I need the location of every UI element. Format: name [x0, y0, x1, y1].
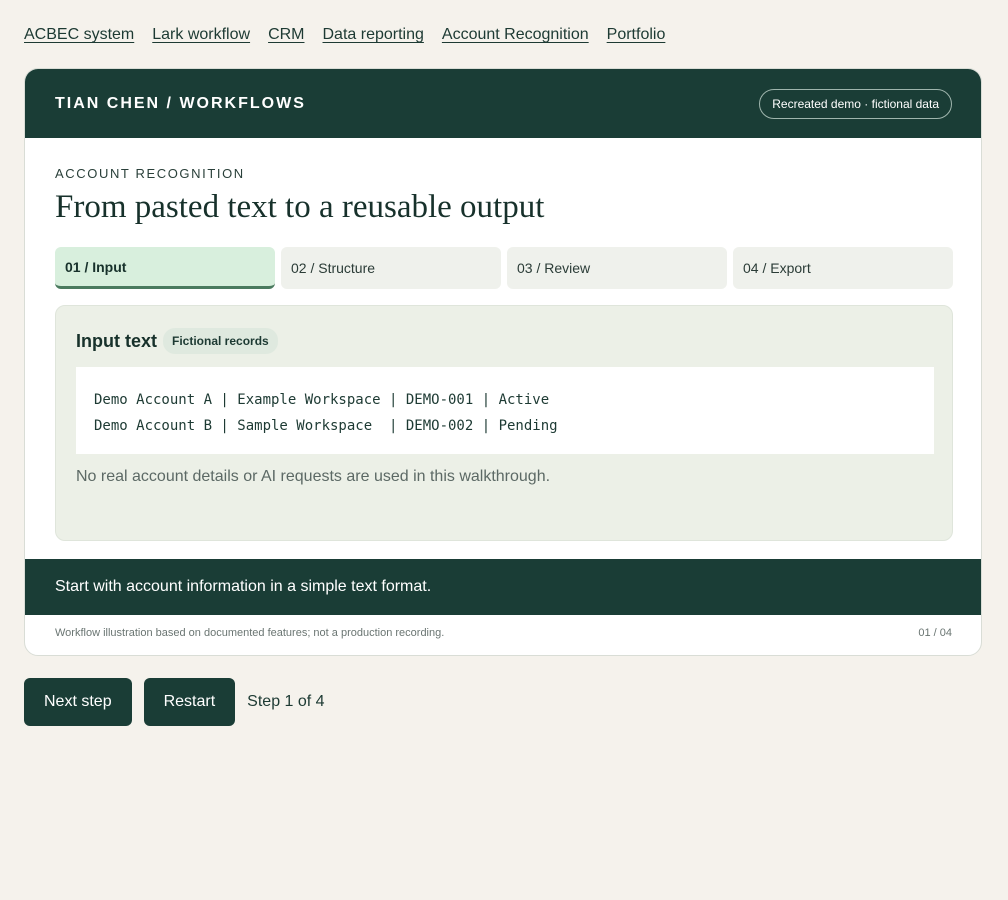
input-line: Demo Account B | Sample Workspace | DEMO…	[94, 418, 558, 434]
section-eyebrow: ACCOUNT RECOGNITION	[55, 166, 245, 181]
top-navigation: ACBEC system Lark workflow CRM Data repo…	[24, 26, 665, 44]
restart-button[interactable]: Restart	[143, 678, 236, 726]
walkthrough-controls: Next step Restart Step 1 of 4	[24, 678, 325, 726]
panel-title: Input text	[76, 330, 157, 351]
nav-link-acbec-system[interactable]: ACBEC system	[24, 26, 134, 44]
nav-link-portfolio[interactable]: Portfolio	[607, 26, 666, 44]
panel-header: Input text Fictional records	[76, 328, 278, 354]
nav-link-account-recognition[interactable]: Account Recognition	[442, 26, 589, 44]
tab-input[interactable]: 01 / Input	[55, 247, 275, 289]
input-text-box[interactable]: Demo Account A | Example Workspace | DEM…	[76, 367, 934, 454]
nav-link-lark-workflow[interactable]: Lark workflow	[152, 26, 250, 44]
step-status: Step 1 of 4	[247, 693, 325, 710]
tab-structure[interactable]: 02 / Structure	[281, 247, 501, 289]
footer-disclaimer: Workflow illustration based on documente…	[55, 627, 445, 639]
card-header: TIAN CHEN / WORKFLOWS Recreated demo · f…	[25, 69, 981, 138]
tab-review[interactable]: 03 / Review	[507, 247, 727, 289]
page-title: From pasted text to a reusable output	[55, 189, 545, 225]
input-line: Demo Account A | Example Workspace | DEM…	[94, 392, 550, 408]
demo-badge: Recreated demo · fictional data	[759, 88, 952, 119]
step-caption: Start with account information in a simp…	[25, 559, 981, 615]
step-tabs: 01 / Input 02 / Structure 03 / Review 04…	[55, 247, 953, 289]
next-step-button[interactable]: Next step	[24, 678, 132, 726]
workflow-card: TIAN CHEN / WORKFLOWS Recreated demo · f…	[24, 68, 982, 656]
brand-title: TIAN CHEN / WORKFLOWS	[55, 94, 306, 112]
input-panel: Input text Fictional records Demo Accoun…	[55, 305, 953, 541]
footer-page-counter: 01 / 04	[918, 627, 952, 639]
nav-link-crm[interactable]: CRM	[268, 26, 304, 44]
fictional-records-badge: Fictional records	[163, 328, 278, 354]
privacy-note: No real account details or AI requests a…	[76, 468, 551, 485]
tab-export[interactable]: 04 / Export	[733, 247, 953, 289]
nav-link-data-reporting[interactable]: Data reporting	[323, 26, 424, 44]
